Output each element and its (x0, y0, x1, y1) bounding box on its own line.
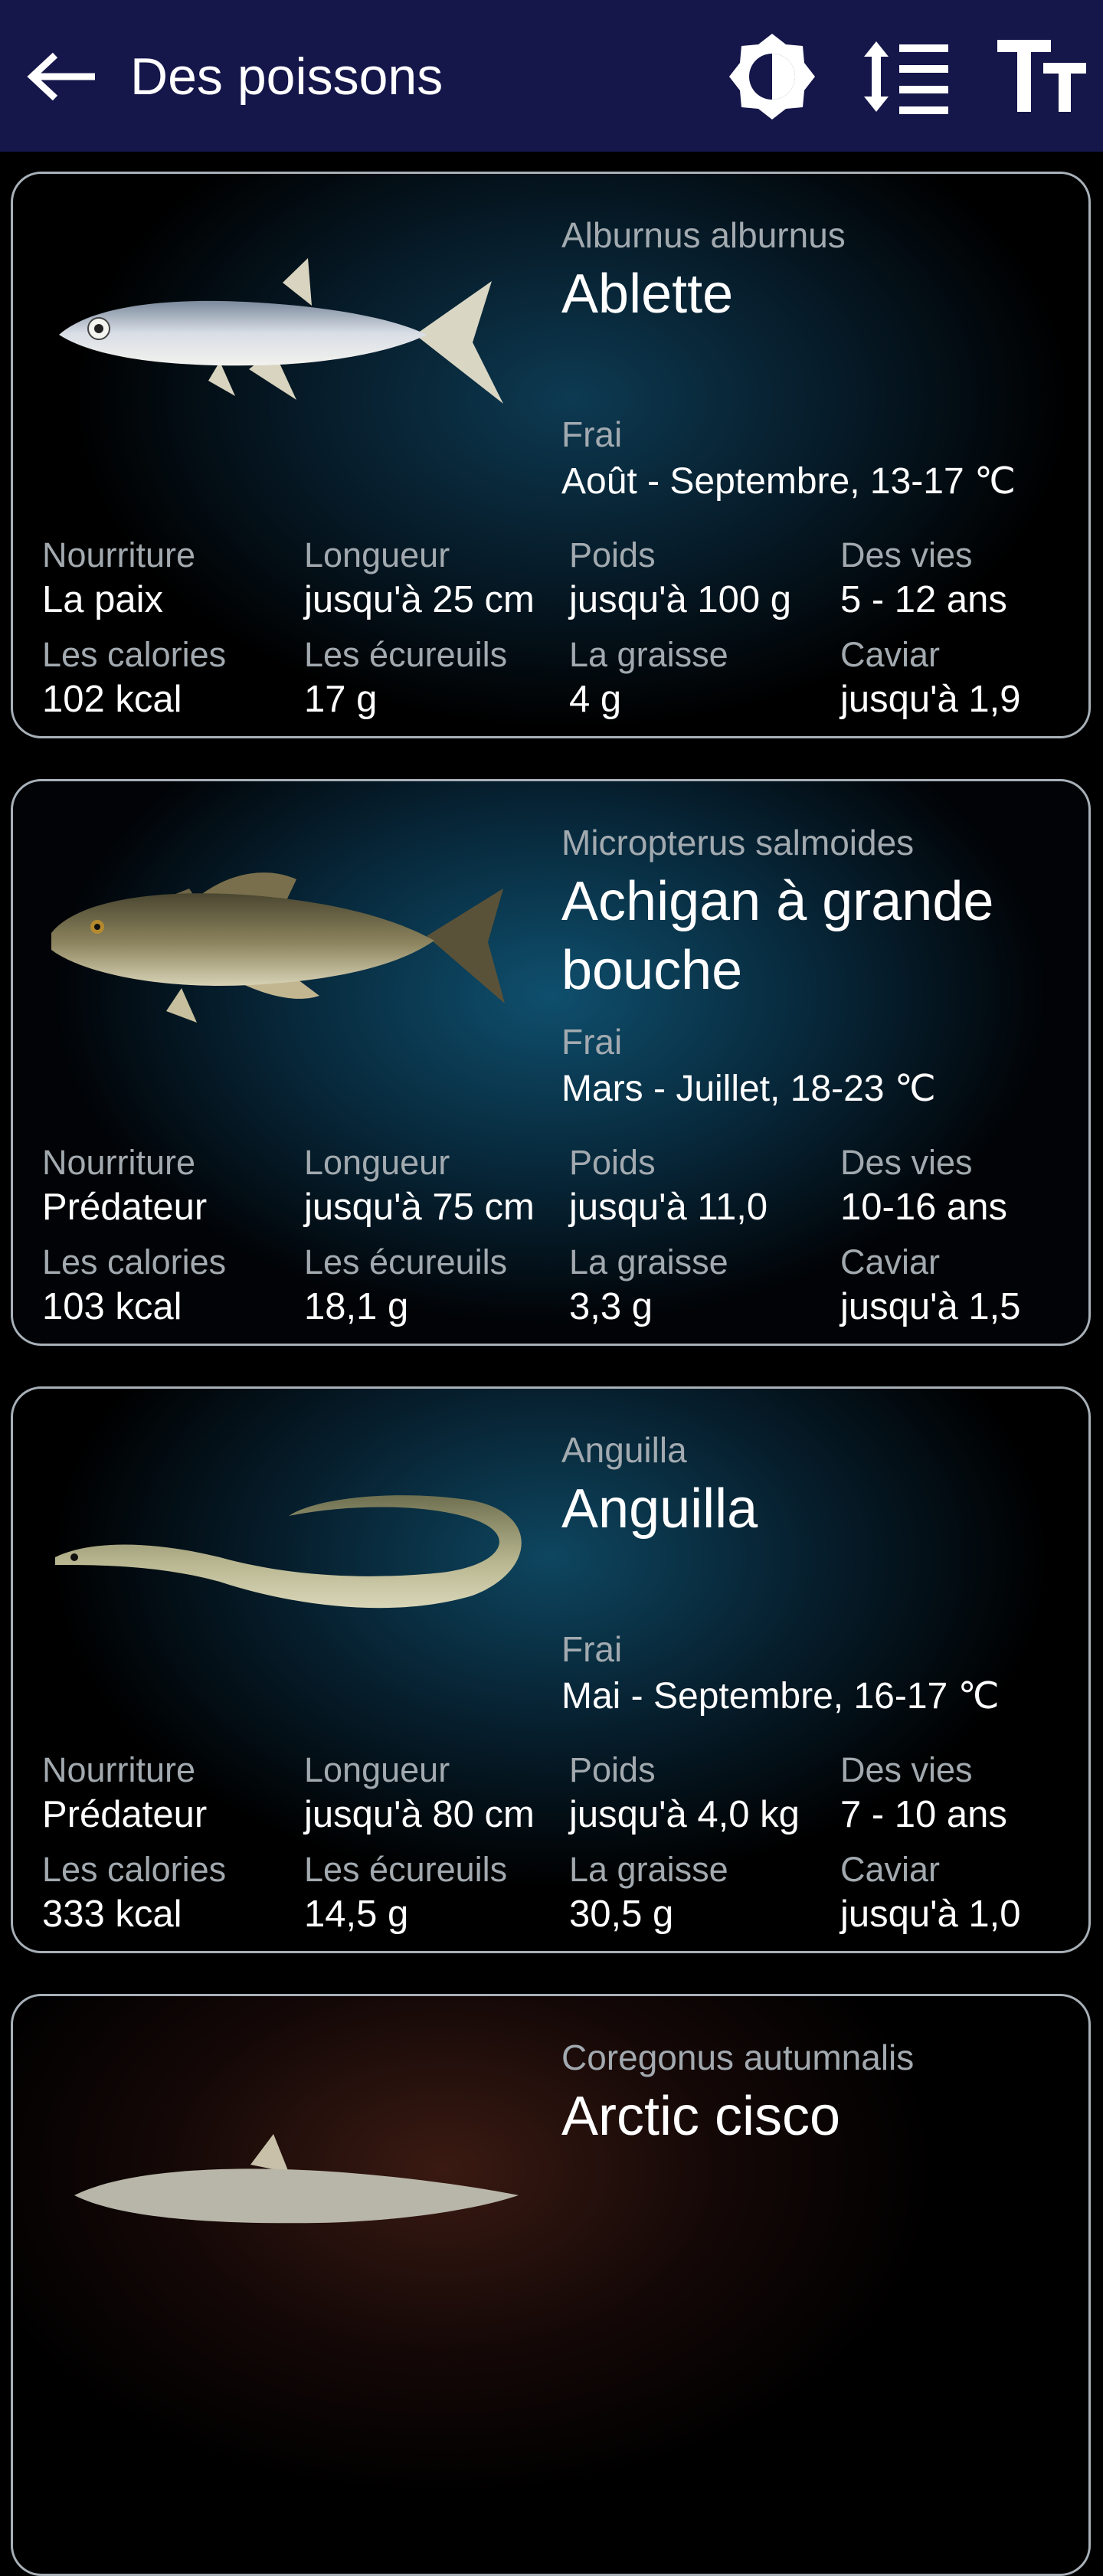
fish-card-achigan[interactable]: Micropterus salmoides Achigan à grande b… (11, 779, 1091, 1346)
weight-stat: Poids jusqu'à 11,0 (569, 1143, 768, 1228)
caviar-stat: Caviar jusqu'à 1,0 (840, 1850, 1021, 1935)
caviar-stat: Caviar jusqu'à 1,9 (840, 635, 1021, 720)
food-stat: Nourriture Prédateur (42, 1750, 208, 1835)
theme-button[interactable] (726, 31, 818, 123)
back-button[interactable] (26, 49, 98, 104)
app-bar: Des poissons (0, 0, 1103, 152)
spawning-value: Mars - Juillet, 18-23 ℃ (561, 1069, 936, 1109)
calories-stat: Les calories 102 kcal (42, 635, 227, 720)
fat-stat: La graisse 30,5 g (569, 1850, 728, 1935)
latin-name: Micropterus salmoides (561, 823, 915, 862)
fish-card-arctic-cisco[interactable]: Coregonus autumnalis Arctic cisco (11, 1994, 1091, 2576)
length-stat: Longueur jusqu'à 75 cm (304, 1143, 535, 1228)
length-stat: Longueur jusqu'à 25 cm (304, 535, 535, 620)
latin-name: Alburnus alburnus (561, 215, 846, 255)
arrow-left-icon (27, 52, 95, 101)
fish-image (74, 2134, 519, 2224)
latin-name: Coregonus autumnalis (561, 2038, 915, 2077)
lifespan-stat: Des vies 7 - 10 ans (840, 1750, 1007, 1835)
caviar-stat: Caviar jusqu'à 1,5 (840, 1242, 1021, 1327)
text-size-button[interactable] (996, 31, 1088, 123)
lifespan-stat: Des vies 10-16 ans (840, 1143, 1007, 1228)
text-size-icon (997, 40, 1086, 112)
latin-name: Anguilla (561, 1430, 687, 1470)
fish-image (55, 1495, 522, 1609)
calories-stat: Les calories 333 kcal (42, 1850, 227, 1935)
calories-stat: Les calories 103 kcal (42, 1242, 227, 1327)
fish-card-ablette[interactable]: Alburnus alburnus Ablette Frai Août - Se… (11, 172, 1091, 738)
page-title: Des poissons (130, 47, 443, 106)
fish-name: Achigan à grande bouche (561, 871, 994, 1001)
spawning-value: Mai - Septembre, 16-17 ℃ (561, 1676, 1000, 1717)
fish-image (59, 258, 503, 404)
fat-stat: La graisse 4 g (569, 635, 728, 720)
food-stat: Nourriture La paix (42, 535, 196, 620)
weight-stat: Poids jusqu'à 100 g (569, 535, 791, 620)
food-stat: Nourriture Prédateur (42, 1143, 208, 1228)
spawning-label: Frai (561, 1022, 623, 1062)
line-spacing-icon (864, 41, 948, 114)
protein-stat: Les écureuils 14,5 g (304, 1850, 508, 1935)
brightness-icon (729, 34, 815, 119)
protein-stat: Les écureuils 17 g (304, 635, 508, 720)
spawning-label: Frai (561, 1629, 623, 1669)
fish-name: Anguilla (561, 1478, 758, 1540)
line-spacing-button[interactable] (861, 31, 953, 123)
spawning-label: Frai (561, 414, 623, 454)
protein-stat: Les écureuils 18,1 g (304, 1242, 508, 1327)
lifespan-stat: Des vies 5 - 12 ans (840, 535, 1007, 620)
fish-card-anguilla[interactable]: Anguilla Anguilla Frai Mai - Septembre, … (11, 1386, 1091, 1953)
length-stat: Longueur jusqu'à 80 cm (304, 1750, 535, 1835)
fish-name: Ablette (561, 263, 734, 325)
spawning-value: Août - Septembre, 13-17 ℃ (561, 461, 1016, 502)
weight-stat: Poids jusqu'à 4,0 kg (569, 1750, 800, 1835)
fish-image (51, 872, 505, 1023)
fish-name: Arctic cisco (561, 2086, 841, 2147)
fat-stat: La graisse 3,3 g (569, 1242, 728, 1327)
